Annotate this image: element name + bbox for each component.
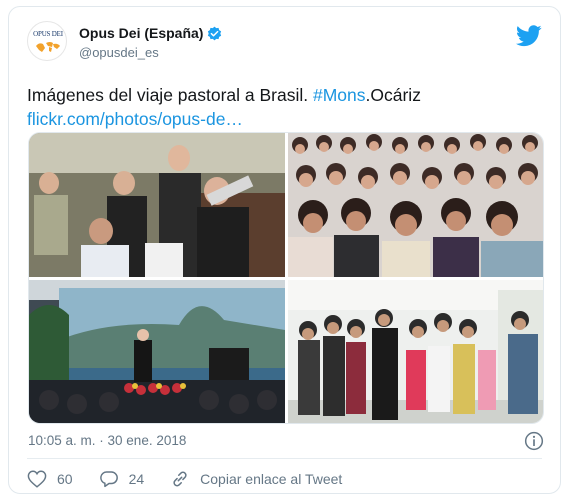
copy-link-label: Copiar enlace al Tweet [200, 471, 343, 487]
avatar[interactable]: OPUS DEI [27, 21, 67, 61]
photo-2[interactable] [288, 133, 543, 277]
tweet-text-prefix: Imágenes del viaje pastoral a Brasil. [27, 85, 313, 105]
info-icon[interactable] [524, 431, 544, 451]
tweet-actions: 60 24 Copiar enlace al Tweet [27, 469, 368, 489]
account-handle[interactable]: @opusdei_es [79, 45, 222, 60]
like-action[interactable]: 60 [27, 470, 73, 488]
twitter-bird-icon[interactable] [516, 25, 542, 47]
tweet-header: OPUS DEI Opus Dei (España) @opusdei_es [27, 19, 546, 65]
photo-3[interactable] [29, 280, 285, 423]
avatar-logo-text: OPUS DEI [33, 30, 63, 38]
photo-4[interactable] [288, 280, 543, 423]
like-count: 60 [57, 471, 73, 487]
hashtag-link[interactable]: #Mons [313, 85, 366, 105]
flickr-link[interactable]: flickr.com/photos/opus-de… [27, 109, 243, 129]
tweet-card[interactable]: OPUS DEI Opus Dei (España) @opusdei_es I… [8, 6, 561, 494]
tweet-text: Imágenes del viaje pastoral a Brasil. #M… [27, 83, 547, 131]
world-map-icon [36, 42, 60, 52]
photo-1[interactable] [29, 133, 285, 277]
heart-icon [27, 470, 47, 488]
tweet-timestamp[interactable]: 10:05 a. m. · 30 ene. 2018 [28, 433, 186, 448]
divider [27, 458, 542, 459]
account-names: Opus Dei (España) @opusdei_es [79, 25, 222, 60]
verified-badge-icon [208, 26, 222, 40]
reply-bubble-icon [99, 471, 118, 488]
media-grid [28, 132, 544, 424]
copy-link-action[interactable]: Copiar enlace al Tweet [170, 469, 342, 489]
reply-action[interactable]: 24 [99, 470, 145, 488]
tweet-text-suffix: .Ocáriz [365, 85, 421, 105]
display-name[interactable]: Opus Dei (España) [79, 25, 203, 41]
link-chain-icon [173, 471, 187, 487]
reply-count: 24 [128, 471, 145, 487]
